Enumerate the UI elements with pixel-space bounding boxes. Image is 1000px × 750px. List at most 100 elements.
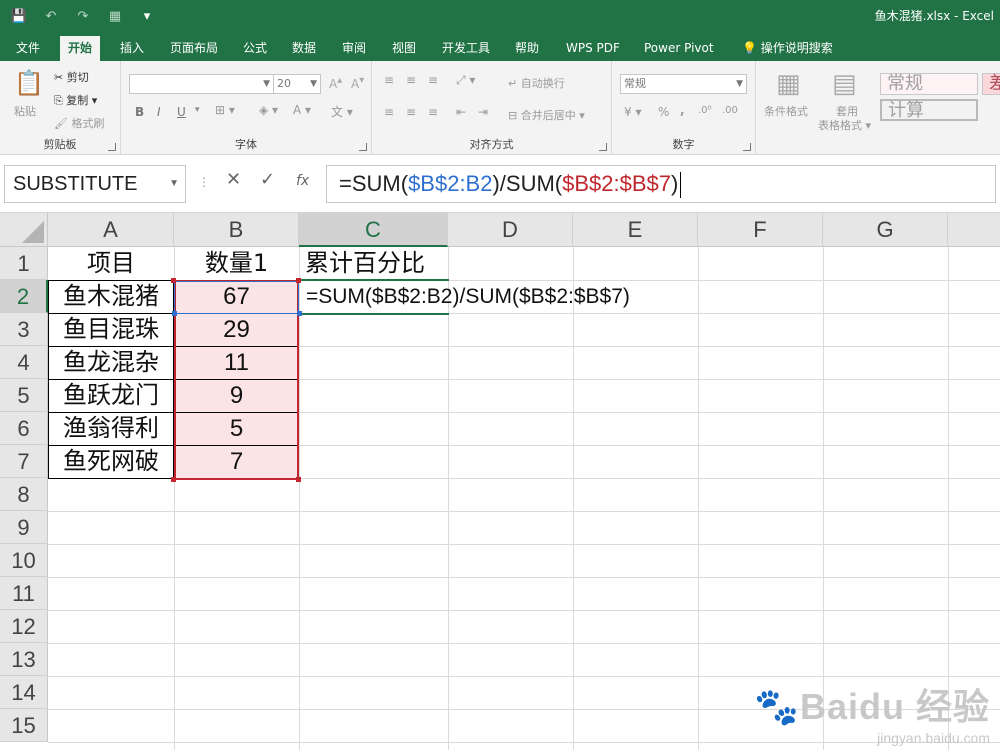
row-header-5[interactable]: 5 [0, 379, 48, 412]
tab-review[interactable]: 审阅 [334, 36, 374, 61]
conditional-format-icon[interactable]: ▦ [776, 69, 801, 99]
borders-icon[interactable]: ⊞ ▾ [215, 103, 235, 117]
tab-developer[interactable]: 开发工具 [434, 36, 498, 61]
column-header-f[interactable]: F [698, 213, 823, 247]
range-handle[interactable] [297, 311, 302, 316]
insert-function-icon[interactable]: fx [296, 173, 309, 189]
formula-input[interactable]: =SUM($B$2:B2)/SUM($B$2:$B$7) [326, 165, 996, 203]
column-header-a[interactable]: A [48, 213, 174, 247]
row-header-2[interactable]: 2 [0, 280, 48, 313]
tab-file[interactable]: 文件 [8, 36, 48, 61]
column-header-b[interactable]: B [174, 213, 299, 247]
conditional-format-button[interactable]: 条件格式 [764, 103, 808, 119]
row-header-14[interactable]: 14 [0, 676, 48, 709]
form-icon[interactable]: ▦ [104, 5, 126, 27]
paste-icon[interactable]: 📋 [14, 69, 44, 97]
style-bad[interactable]: 差 [982, 73, 1000, 95]
column-header-c[interactable]: C [299, 213, 448, 247]
row-header-3[interactable]: 3 [0, 313, 48, 346]
tab-power-pivot[interactable]: Power Pivot [636, 36, 722, 61]
tab-wps-pdf[interactable]: WPS PDF [558, 36, 628, 61]
range-handle[interactable] [171, 477, 176, 482]
number-launcher-icon[interactable] [743, 143, 751, 151]
fill-color-icon[interactable]: ◈ ▾ [259, 103, 278, 117]
comma-button[interactable]: , [680, 103, 685, 117]
chevron-down-icon[interactable]: ▼ [169, 166, 179, 202]
style-calculation[interactable]: 计算 [880, 99, 978, 121]
cell-c1[interactable]: 累计百分比 [305, 247, 448, 280]
tab-help[interactable]: 帮助 [507, 36, 547, 61]
font-name-select[interactable]: ▼ [129, 74, 274, 94]
italic-button[interactable]: I [157, 105, 161, 119]
range-handle[interactable] [171, 278, 176, 283]
tell-me-search[interactable]: 💡 操作说明搜索 [734, 36, 841, 61]
increase-decimal-icon[interactable]: .0⁰ [698, 105, 712, 116]
paste-button[interactable]: 粘贴 [14, 103, 36, 119]
cell-b1[interactable]: 数量1 [174, 247, 299, 280]
row-header-13[interactable]: 13 [0, 643, 48, 676]
decrease-indent-icon[interactable]: ⇤ [456, 105, 466, 119]
number-format-select[interactable]: 常规 ▼ [620, 74, 747, 94]
tab-home[interactable]: 开始 [60, 36, 101, 61]
row-header-12[interactable]: 12 [0, 610, 48, 643]
column-header-h[interactable] [948, 213, 1000, 247]
align-right-icon[interactable]: ≡ [428, 105, 438, 119]
format-table-icon[interactable]: ▤ [832, 69, 857, 99]
percent-button[interactable]: % [658, 105, 669, 119]
range-handle[interactable] [296, 477, 301, 482]
cell-a3[interactable]: 鱼目混珠 [48, 313, 174, 346]
increase-font-icon[interactable]: A▴ [329, 75, 342, 91]
currency-icon[interactable]: ¥ ▾ [624, 105, 641, 119]
alignment-launcher-icon[interactable] [599, 143, 607, 151]
enter-icon[interactable]: ✓ [260, 169, 275, 190]
cut-button[interactable]: ✂ 剪切 [54, 69, 89, 85]
name-box[interactable]: SUBSTITUTE ▼ [4, 165, 186, 203]
font-launcher-icon[interactable] [359, 143, 367, 151]
select-all-button[interactable] [0, 213, 48, 247]
row-header-15[interactable]: 15 [0, 709, 48, 742]
cell-a7[interactable]: 鱼死网破 [48, 445, 174, 478]
row-header-9[interactable]: 9 [0, 511, 48, 544]
range-handle[interactable] [296, 278, 301, 283]
bold-button[interactable]: B [135, 105, 144, 119]
font-size-select[interactable]: 20 ▼ [273, 74, 321, 94]
cell-a4[interactable]: 鱼龙混杂 [48, 346, 174, 379]
row-header-6[interactable]: 6 [0, 412, 48, 445]
cell-a6[interactable]: 渔翁得利 [48, 412, 174, 445]
row-header-1[interactable]: 1 [0, 247, 48, 280]
increase-indent-icon[interactable]: ⇥ [478, 105, 488, 119]
align-center-icon[interactable]: ≡ [406, 105, 416, 119]
save-icon[interactable]: 💾 [8, 5, 30, 27]
style-normal[interactable]: 常规 [880, 73, 978, 95]
row-header-4[interactable]: 4 [0, 346, 48, 379]
worksheet-grid[interactable]: A B C D E F G 1 2 3 4 5 6 7 8 9 10 11 12… [0, 213, 1000, 750]
underline-button[interactable]: U [177, 105, 186, 119]
row-header-11[interactable]: 11 [0, 577, 48, 610]
format-painter-button[interactable]: 🖌 格式刷 [54, 115, 104, 131]
tab-formulas[interactable]: 公式 [235, 36, 275, 61]
chevron-down-icon[interactable]: ▾ [195, 105, 200, 115]
align-left-icon[interactable]: ≡ [384, 105, 394, 119]
column-header-d[interactable]: D [448, 213, 573, 247]
align-middle-icon[interactable]: ≡ [406, 73, 416, 87]
tab-page-layout[interactable]: 页面布局 [162, 36, 226, 61]
cell-a1[interactable]: 项目 [48, 247, 174, 280]
clipboard-launcher-icon[interactable] [108, 143, 116, 151]
row-header-8[interactable]: 8 [0, 478, 48, 511]
align-bottom-icon[interactable]: ≡ [428, 73, 438, 87]
tab-data[interactable]: 数据 [284, 36, 324, 61]
column-header-e[interactable]: E [573, 213, 698, 247]
undo-icon[interactable]: ↶ [40, 5, 62, 27]
cancel-icon[interactable]: ✕ [226, 169, 241, 190]
row-header-10[interactable]: 10 [0, 544, 48, 577]
column-header-g[interactable]: G [823, 213, 948, 247]
merge-center-button[interactable]: ⊟ 合并后居中 ▾ [508, 107, 585, 123]
orientation-icon[interactable]: ⤢ ▾ [456, 73, 475, 88]
align-top-icon[interactable]: ≡ [384, 73, 394, 87]
copy-button[interactable]: ⎘ 复制 ▾ [54, 92, 97, 108]
tab-view[interactable]: 视图 [384, 36, 424, 61]
range-handle[interactable] [172, 311, 177, 316]
wrap-text-button[interactable]: ↵ 自动换行 [508, 75, 565, 91]
cell-c2-editing[interactable]: =SUM($B$2:B2)/SUM($B$2:$B$7) [306, 280, 630, 313]
cell-a5[interactable]: 鱼跃龙门 [48, 379, 174, 412]
